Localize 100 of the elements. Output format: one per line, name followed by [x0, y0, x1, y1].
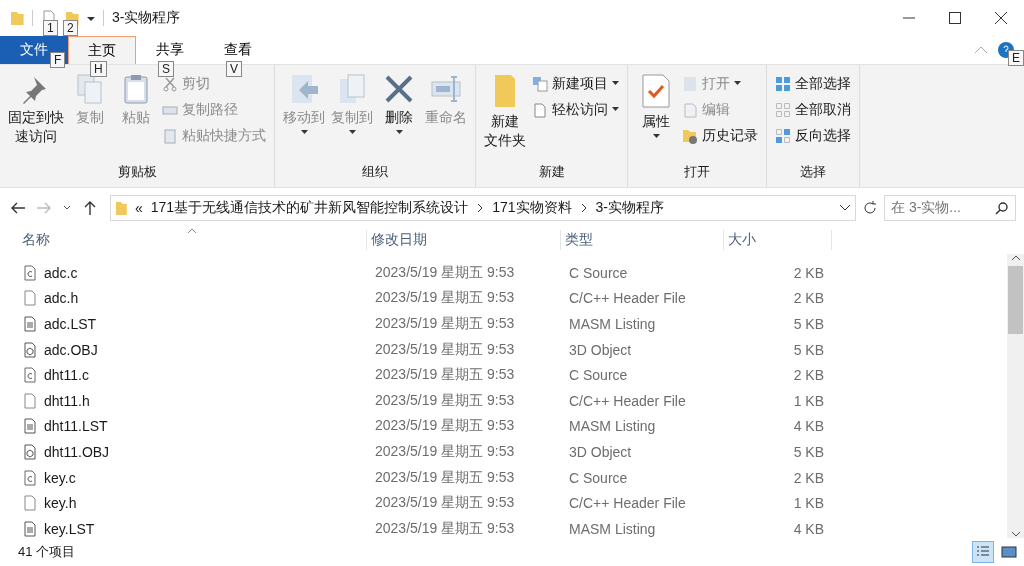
document-icon [532, 101, 548, 118]
scissors-icon [162, 75, 178, 92]
file-name[interactable]: dht11.OBJ [44, 443, 110, 460]
c-file-icon [22, 469, 38, 486]
caret-icon [734, 81, 741, 86]
scroll-down-icon [1010, 530, 1021, 538]
sort-caret-icon [187, 228, 197, 234]
ribbon-button[interactable]: 属性 [634, 71, 678, 161]
column-header[interactable]: 修改日期 [367, 230, 561, 250]
c-file-icon [22, 264, 38, 281]
table-cell-text: C/C++ Header File [568, 495, 687, 512]
file-name[interactable]: key.LST [44, 520, 95, 537]
overflow-chevron[interactable]: « [135, 200, 143, 216]
3d-object-icon [22, 341, 38, 358]
caret-icon [300, 130, 308, 135]
edit-icon [682, 101, 698, 118]
file-name[interactable]: adc.c [44, 264, 78, 281]
file-icon [22, 290, 38, 307]
details-view-button[interactable] [972, 541, 994, 563]
key-tip: S [158, 61, 174, 77]
file-name[interactable]: key.c [44, 469, 76, 486]
table-cell-text: MASM Listing [568, 316, 657, 332]
ribbon-tab[interactable]: 主页 [68, 36, 136, 64]
table-cell-text: 2023/5/19 星期五 9:53 [374, 519, 516, 538]
ribbon-button[interactable]: 删除 [377, 71, 421, 161]
up-arrow-icon [82, 200, 98, 216]
column-header[interactable]: 大小 [724, 230, 832, 250]
group-label: 剪贴板 [116, 163, 158, 181]
table-cell-text: 1 KB [792, 392, 824, 409]
refresh-icon [862, 200, 878, 216]
table-cell-text: 5 KB [792, 316, 824, 332]
column-header[interactable]: 名称 [18, 230, 367, 250]
ribbon-button[interactable]: 新建项目 [530, 71, 621, 96]
group-label: 组织 [361, 163, 389, 181]
key-tip: 1 [43, 20, 58, 36]
file-icon [22, 392, 38, 409]
breadcrumb[interactable]: 171实物资料 [492, 199, 572, 217]
group-label: 新建 [537, 163, 566, 181]
table-cell-text: 2023/5/19 星期五 9:53 [374, 391, 516, 410]
caret-icon [348, 130, 356, 135]
table-cell-text: 2023/5/19 星期五 9:53 [374, 468, 516, 487]
file-name[interactable]: adc.h [44, 290, 79, 307]
file-name[interactable]: dht11.LST [44, 418, 108, 435]
scroll-up-icon [1010, 254, 1021, 262]
ribbon-button[interactable]: 历史记录 [680, 123, 760, 148]
window-title: 3-实物程序 [112, 9, 181, 27]
column-header[interactable]: 类型 [561, 230, 724, 250]
table-cell-text: 2023/5/19 星期五 9:53 [374, 289, 516, 308]
file-icon [22, 495, 38, 512]
key-tip: F [50, 52, 66, 68]
search-icon [995, 201, 1009, 215]
ribbon-button[interactable]: 全部选择 [773, 71, 853, 96]
table-cell-text: C Source [568, 469, 629, 486]
text-file-icon [22, 418, 38, 435]
caret-icon [612, 107, 619, 112]
forward-arrow-icon [36, 200, 52, 216]
address-bar[interactable]: « 171基于无线通信技术的矿井新风智能控制系统设计 171实物资料 3-实物程序 [110, 195, 856, 221]
group-label: 选择 [799, 163, 827, 181]
folder-icon [10, 10, 24, 26]
key-tip: E [1008, 50, 1024, 66]
c-file-icon [22, 367, 38, 384]
breadcrumb[interactable]: 171基于无线通信技术的矿井新风智能控制系统设计 [150, 199, 469, 217]
file-name[interactable]: adc.OBJ [44, 341, 98, 358]
table-cell-text: C Source [568, 264, 629, 281]
caret-icon [612, 81, 619, 86]
chevron-right-icon [476, 203, 485, 213]
ribbon-button[interactable]: 新建 文件夹 [482, 71, 528, 161]
table-cell-text: 5 KB [792, 341, 824, 358]
ribbon-button[interactable]: 反向选择 [773, 123, 853, 148]
select-all-icon [775, 75, 791, 92]
key-tip: V [226, 61, 242, 77]
ribbon-button[interactable]: 全部取消 [773, 97, 853, 122]
rename-icon [430, 73, 462, 105]
collapse-ribbon-icon [974, 46, 988, 54]
invert-selection-icon [775, 127, 791, 144]
history-icon [682, 127, 698, 144]
table-cell-text: 3D Object [568, 443, 633, 460]
new-item-icon [532, 75, 548, 92]
table-cell-text: 2023/5/19 星期五 9:53 [374, 340, 516, 359]
table-cell-text: 2023/5/19 星期五 9:53 [374, 442, 516, 461]
ribbon-button[interactable]: 轻松访问 [530, 97, 621, 122]
ribbon-tab[interactable]: 共享 [136, 36, 204, 64]
search-field[interactable]: 在 3-实物... [884, 195, 1016, 221]
file-name[interactable]: dht11.c [44, 367, 89, 384]
close-icon [995, 12, 1007, 24]
select-none-icon [775, 101, 791, 118]
scroll-thumb[interactable] [1008, 266, 1023, 334]
file-name[interactable]: adc.LST [44, 316, 97, 332]
file-name[interactable]: dht11.h [44, 392, 90, 409]
table-cell-text: MASM Listing [568, 520, 657, 537]
table-cell-text: 1 KB [792, 495, 824, 512]
table-cell-text: 2023/5/19 星期五 9:53 [374, 494, 516, 513]
caret-icon [652, 134, 660, 139]
table-cell-text: 2 KB [792, 367, 824, 384]
scrollbar[interactable] [1007, 254, 1024, 538]
ribbon-tab[interactable]: 查看 [204, 36, 272, 64]
ribbon-button[interactable]: 固定到快 速访问 [6, 71, 66, 161]
table-cell-text: 2023/5/19 星期五 9:53 [374, 315, 516, 333]
breadcrumb[interactable]: 3-实物程序 [595, 199, 664, 217]
file-name[interactable]: key.h [44, 495, 77, 512]
